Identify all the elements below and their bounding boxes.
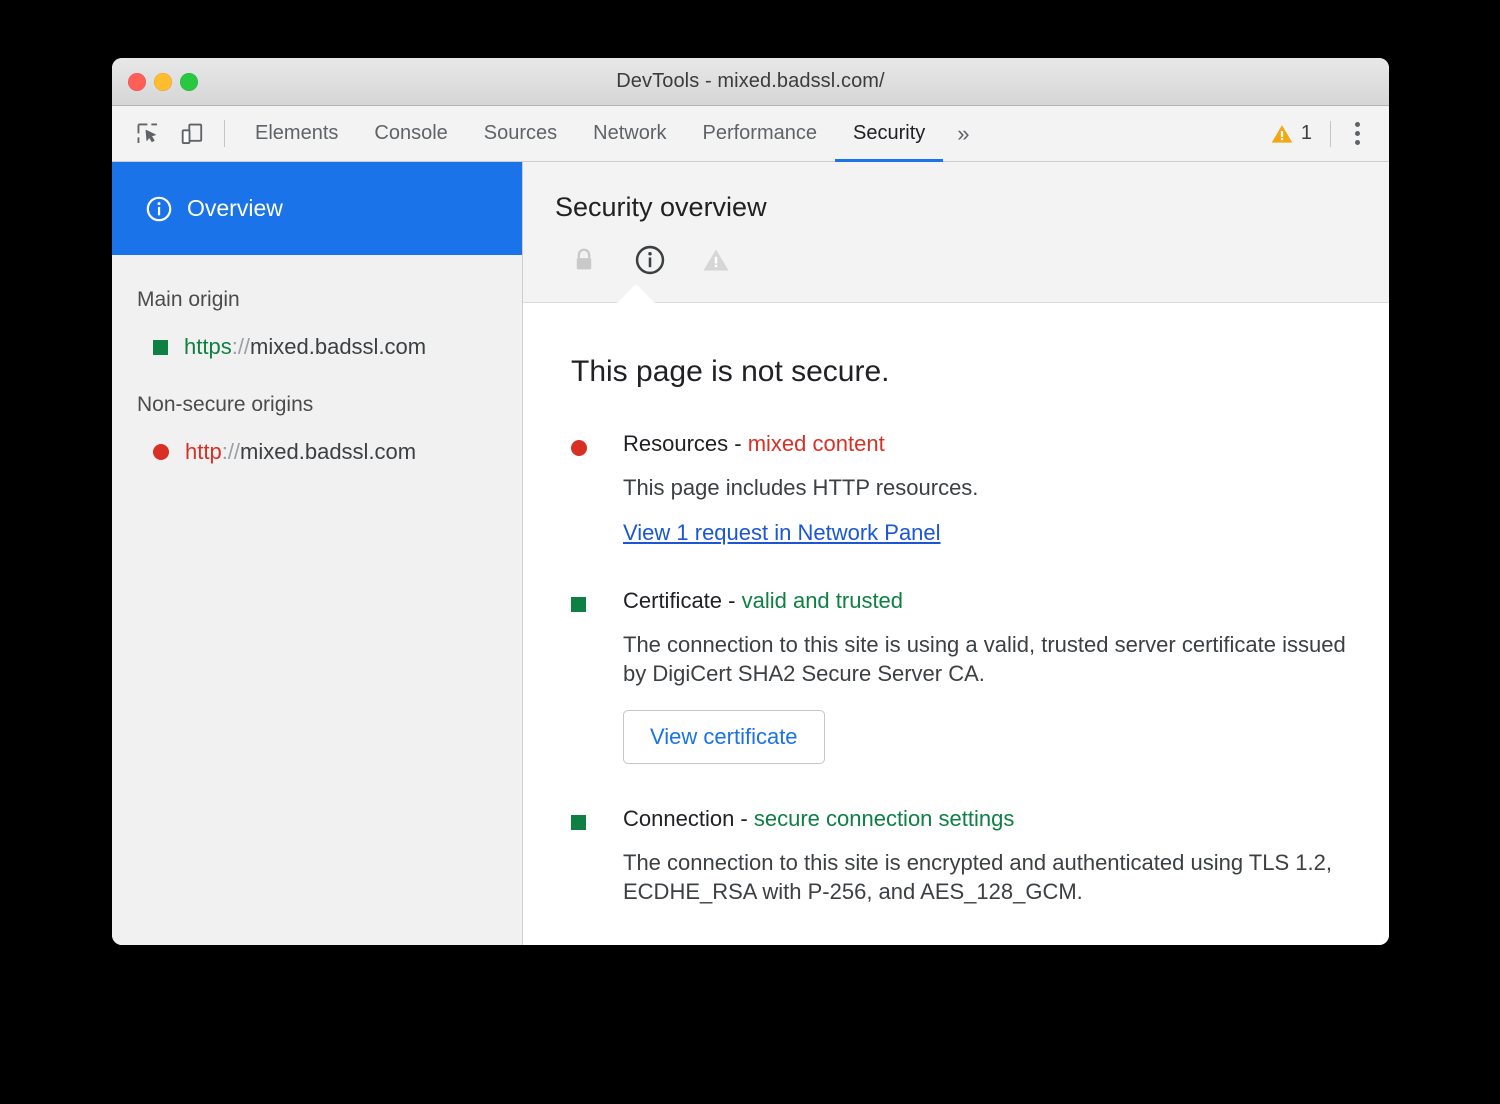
secure-marker-icon [571,597,586,612]
minimize-button[interactable] [154,73,172,91]
security-state-icons [555,243,1389,277]
section-title-prefix: Resources - [623,431,748,456]
devtools-window: DevTools - mixed.badssl.com/ Elements Co… [112,58,1389,945]
tab-sources[interactable]: Sources [466,106,575,161]
section-title: Connection - secure connection settings [623,806,1349,832]
devtools-body: Overview Main origin https://mixed.badss… [112,162,1389,945]
window-title: DevTools - mixed.badssl.com/ [112,70,1389,93]
sidebar-item-overview[interactable]: Overview [112,162,522,255]
window-controls [128,73,198,91]
origin-scheme: https [184,334,232,359]
section-marker [571,431,623,546]
security-sidebar: Overview Main origin https://mixed.badss… [112,162,523,945]
insecure-marker-icon [153,444,169,460]
section-title-status: valid and trusted [742,588,903,613]
origin-host: mixed.badssl.com [250,334,426,359]
view-requests-link[interactable]: View 1 request in Network Panel [623,520,941,546]
device-toolbar-icon[interactable] [170,106,214,161]
origin-host: mixed.badssl.com [240,439,416,464]
section-description: The connection to this site is encrypted… [623,848,1349,906]
section-resources: Resources - mixed content This page incl… [571,431,1349,546]
lock-icon[interactable] [567,243,601,277]
section-connection: Connection - secure connection settings … [571,806,1349,906]
section-title: Resources - mixed content [623,431,1349,457]
devtools-toolbar: Elements Console Sources Network Perform… [112,106,1389,162]
origin-item-http[interactable]: http://mixed.badssl.com [112,417,522,465]
section-certificate: Certificate - valid and trusted The conn… [571,588,1349,764]
active-state-pointer [617,284,655,303]
section-description: This page includes HTTP resources. [623,473,1349,502]
origin-scheme: http [185,439,222,464]
info-circle-icon [145,195,173,223]
sidebar-item-label: Overview [187,195,283,222]
more-vertical-icon[interactable] [1339,122,1375,145]
sidebar-group-non-secure-origins: Non-secure origins [112,360,522,417]
warning-badge[interactable]: 1 [1260,122,1322,146]
secure-marker-icon [153,340,168,355]
origin-separator: :// [232,334,250,359]
toolbar-divider [224,120,225,147]
panel-tabs: Elements Console Sources Network Perform… [237,106,1260,161]
security-headline: This page is not secure. [571,355,1349,389]
tab-security[interactable]: Security [835,106,943,161]
section-title-prefix: Connection - [623,806,754,831]
secure-marker-icon [571,815,586,830]
security-main-panel: Security overview [523,162,1389,945]
section-title: Certificate - valid and trusted [623,588,1349,614]
origin-separator: :// [222,439,240,464]
section-marker [571,588,623,764]
tab-elements[interactable]: Elements [237,106,356,161]
warning-triangle-icon[interactable] [699,243,733,277]
warning-triangle-icon [1270,122,1294,146]
warning-count: 1 [1301,122,1312,145]
section-marker [571,806,623,906]
security-panel-header: Security overview [523,162,1389,303]
tab-network[interactable]: Network [575,106,684,161]
section-description: The connection to this site is using a v… [623,630,1349,688]
maximize-button[interactable] [180,73,198,91]
security-overview-content: This page is not secure. Resources - mix… [523,303,1389,945]
more-tabs-icon[interactable]: » [943,106,983,161]
close-button[interactable] [128,73,146,91]
tab-performance[interactable]: Performance [685,106,836,161]
page-title: Security overview [555,192,1389,223]
tab-console[interactable]: Console [356,106,465,161]
insecure-marker-icon [571,440,587,456]
toolbar-right-group: 1 [1260,106,1389,161]
toolbar-right-divider [1330,121,1331,147]
section-title-status: mixed content [748,431,885,456]
origin-item-https[interactable]: https://mixed.badssl.com [112,312,522,360]
sidebar-group-main-origin: Main origin [112,255,522,312]
inspect-element-icon[interactable] [126,106,170,161]
view-certificate-button[interactable]: View certificate [623,710,825,764]
window-title-bar: DevTools - mixed.badssl.com/ [112,58,1389,106]
section-title-prefix: Certificate - [623,588,742,613]
info-circle-icon[interactable] [633,243,667,277]
section-title-status: secure connection settings [754,806,1015,831]
